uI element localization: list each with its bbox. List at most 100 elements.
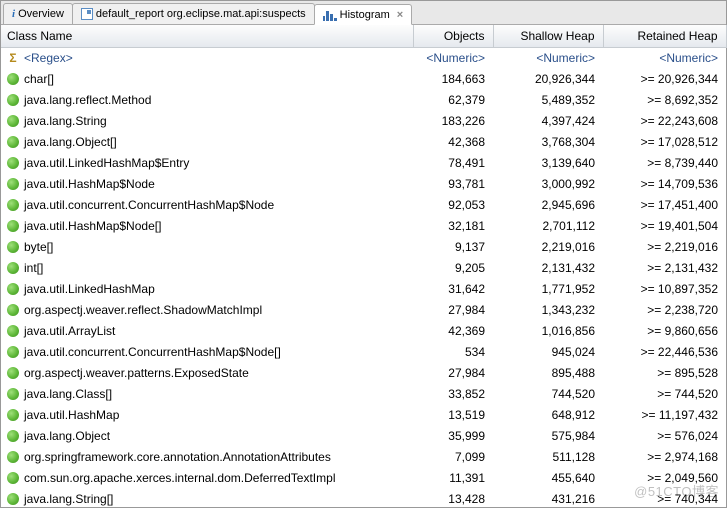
filter-classname[interactable]: Σ<Regex> <box>1 48 413 69</box>
cell-retained: >= 740,344 <box>603 489 726 510</box>
table-row[interactable]: org.aspectj.weaver.patterns.ExposedState… <box>1 363 726 384</box>
table-row[interactable]: java.lang.reflect.Method62,3795,489,352>… <box>1 90 726 111</box>
class-icon <box>7 115 19 127</box>
table-row[interactable]: org.springframework.core.annotation.Anno… <box>1 447 726 468</box>
cell-retained: >= 20,926,344 <box>603 69 726 90</box>
tab-histogram[interactable]: Histogram × <box>314 4 413 25</box>
cell-retained: >= 2,974,168 <box>603 447 726 468</box>
class-icon <box>7 94 19 106</box>
document-icon <box>81 8 93 20</box>
class-icon <box>7 304 19 316</box>
tab-overview[interactable]: i Overview <box>3 3 73 24</box>
tab-label: Histogram <box>340 9 390 21</box>
table-row[interactable]: com.sun.org.apache.xerces.internal.dom.D… <box>1 468 726 489</box>
cell-objects: 33,852 <box>413 384 493 405</box>
filter-objects[interactable]: <Numeric> <box>413 48 493 69</box>
class-name-text: byte[] <box>24 240 53 254</box>
cell-classname: org.aspectj.weaver.reflect.ShadowMatchIm… <box>1 300 413 321</box>
table-row[interactable]: java.util.concurrent.ConcurrentHashMap$N… <box>1 195 726 216</box>
cell-objects: 35,999 <box>413 426 493 447</box>
table-header-row: Class Name Objects Shallow Heap Retained… <box>1 25 726 48</box>
class-name-text: java.util.LinkedHashMap <box>24 282 155 296</box>
cell-shallow: 2,701,112 <box>493 216 603 237</box>
cell-retained: >= 8,739,440 <box>603 153 726 174</box>
class-icon <box>7 451 19 463</box>
cell-retained: >= 2,049,560 <box>603 468 726 489</box>
class-icon <box>7 262 19 274</box>
cell-objects: 9,205 <box>413 258 493 279</box>
class-icon <box>7 241 19 253</box>
cell-shallow: 648,912 <box>493 405 603 426</box>
class-icon <box>7 409 19 421</box>
cell-objects: 534 <box>413 342 493 363</box>
class-icon <box>7 472 19 484</box>
class-icon <box>7 178 19 190</box>
table-row[interactable]: java.util.HashMap$Node93,7813,000,992>= … <box>1 174 726 195</box>
table-row[interactable]: org.aspectj.weaver.reflect.ShadowMatchIm… <box>1 300 726 321</box>
cell-classname: char[] <box>1 69 413 90</box>
table-row[interactable]: java.util.LinkedHashMap31,6421,771,952>=… <box>1 279 726 300</box>
cell-objects: 27,984 <box>413 363 493 384</box>
col-header-objects[interactable]: Objects <box>413 25 493 48</box>
table-row[interactable]: java.util.ArrayList42,3691,016,856>= 9,8… <box>1 321 726 342</box>
class-name-text: java.util.HashMap$Node[] <box>24 219 161 233</box>
close-icon[interactable]: × <box>397 9 403 21</box>
cell-retained: >= 14,709,536 <box>603 174 726 195</box>
cell-classname: java.lang.Class[] <box>1 384 413 405</box>
cell-classname: java.util.concurrent.ConcurrentHashMap$N… <box>1 342 413 363</box>
cell-objects: 11,391 <box>413 468 493 489</box>
col-header-classname[interactable]: Class Name <box>1 25 413 48</box>
table-row[interactable]: java.lang.Class[]33,852744,520>= 744,520 <box>1 384 726 405</box>
cell-objects: 92,053 <box>413 195 493 216</box>
class-name-text: java.util.LinkedHashMap$Entry <box>24 156 189 170</box>
table-row[interactable]: java.lang.Object[]42,3683,768,304>= 17,0… <box>1 132 726 153</box>
cell-retained: >= 19,401,504 <box>603 216 726 237</box>
cell-objects: 78,491 <box>413 153 493 174</box>
table-row[interactable]: int[]9,2052,131,432>= 2,131,432 <box>1 258 726 279</box>
class-name-text: java.lang.reflect.Method <box>24 93 151 107</box>
filter-shallow[interactable]: <Numeric> <box>493 48 603 69</box>
table-row[interactable]: java.lang.Object35,999575,984>= 576,024 <box>1 426 726 447</box>
cell-objects: 93,781 <box>413 174 493 195</box>
tab-default-report[interactable]: default_report org.eclipse.mat.api:suspe… <box>72 3 315 24</box>
class-icon <box>7 199 19 211</box>
cell-retained: >= 22,243,608 <box>603 111 726 132</box>
tab-bar: i Overview default_report org.eclipse.ma… <box>1 1 726 25</box>
cell-shallow: 2,131,432 <box>493 258 603 279</box>
cell-objects: 183,226 <box>413 111 493 132</box>
filter-retained[interactable]: <Numeric> <box>603 48 726 69</box>
class-icon <box>7 136 19 148</box>
class-name-text: java.lang.Object[] <box>24 135 117 149</box>
cell-objects: 27,984 <box>413 300 493 321</box>
col-header-shallow[interactable]: Shallow Heap <box>493 25 603 48</box>
tab-label: Overview <box>18 8 64 20</box>
cell-classname: org.aspectj.weaver.patterns.ExposedState <box>1 363 413 384</box>
cell-retained: >= 2,131,432 <box>603 258 726 279</box>
table-row[interactable]: java.util.LinkedHashMap$Entry 78,4913,139… <box>1 153 726 174</box>
cell-retained: >= 22,446,536 <box>603 342 726 363</box>
cell-shallow: 3,139,640 <box>493 153 603 174</box>
table-row[interactable]: byte[]9,1372,219,016>= 2,219,016 <box>1 237 726 258</box>
class-name-text: java.lang.String[] <box>24 492 113 506</box>
table-row[interactable]: java.util.HashMap 13,519648,912>= 11,197,… <box>1 405 726 426</box>
cell-objects: 31,642 <box>413 279 493 300</box>
class-name-text: java.util.HashMap$Node <box>24 177 155 191</box>
cell-classname: byte[] <box>1 237 413 258</box>
class-icon <box>7 346 19 358</box>
cell-shallow: 20,926,344 <box>493 69 603 90</box>
cell-retained: >= 11,197,432 <box>603 405 726 426</box>
table-row[interactable]: java.lang.String[]13,428431,216>= 740,34… <box>1 489 726 510</box>
table-row[interactable]: java.util.concurrent.ConcurrentHashMap$N… <box>1 342 726 363</box>
class-name-text: java.lang.Class[] <box>24 387 112 401</box>
cell-objects: 13,519 <box>413 405 493 426</box>
table-row[interactable]: java.util.HashMap$Node[]32,1812,701,112>… <box>1 216 726 237</box>
table-row[interactable]: char[]184,66320,926,344>= 20,926,344 <box>1 69 726 90</box>
info-icon: i <box>12 8 15 20</box>
table-row[interactable]: java.lang.String183,2264,397,424>= 22,24… <box>1 111 726 132</box>
cell-shallow: 1,771,952 <box>493 279 603 300</box>
class-name-text: java.util.HashMap <box>24 408 119 422</box>
cell-objects: 7,099 <box>413 447 493 468</box>
cell-classname: com.sun.org.apache.xerces.internal.dom.D… <box>1 468 413 489</box>
cell-shallow: 1,343,232 <box>493 300 603 321</box>
col-header-retained[interactable]: Retained Heap <box>603 25 726 48</box>
